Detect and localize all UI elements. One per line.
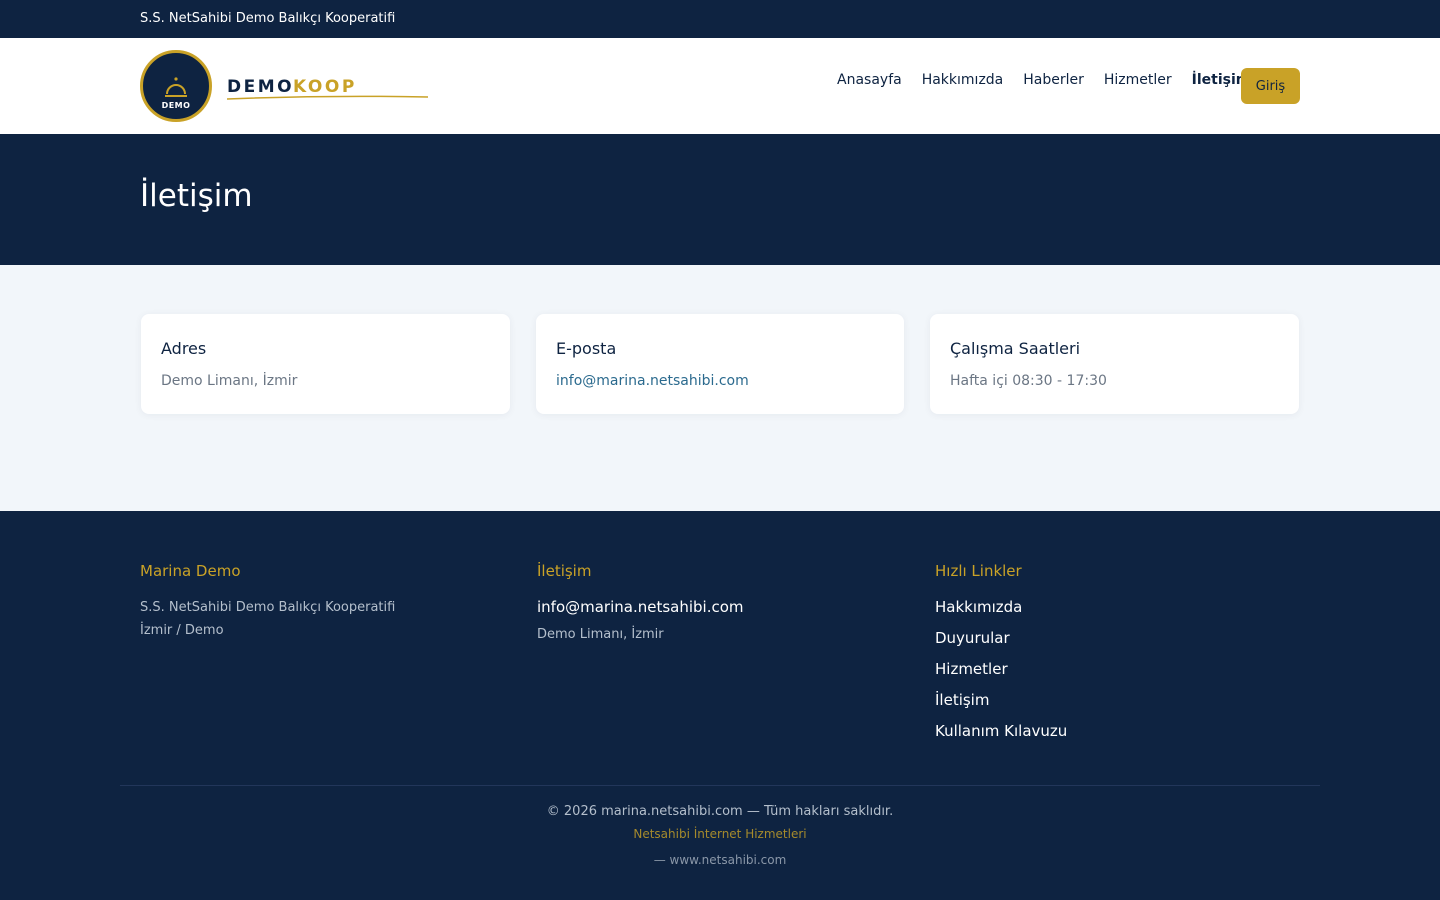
provider-link[interactable]: Netsahibi İnternet Hizmetleri xyxy=(0,827,1440,841)
provider-url[interactable]: — www.netsahibi.com xyxy=(0,853,1440,867)
footer-quick-links-title: Hızlı Linkler xyxy=(935,562,1022,580)
email-card-link[interactable]: info@marina.netsahibi.com xyxy=(556,373,884,389)
nav-home[interactable]: Anasayfa xyxy=(837,72,902,88)
site-logo[interactable]: DEMO DEMO KOOP xyxy=(140,50,429,122)
footer-org-name: S.S. NetSahibi Demo Balıkçı Kooperatifi xyxy=(140,600,396,615)
footer-link-announcements[interactable]: Duyurular xyxy=(935,628,1067,659)
footer-link-contact[interactable]: İletişim xyxy=(935,690,1067,721)
brand-underline-swoosh xyxy=(227,95,429,100)
footer-address: Demo Limanı, İzmir xyxy=(537,627,664,642)
brand-wordmark: DEMO KOOP xyxy=(227,66,429,106)
page-title: İletişim xyxy=(140,178,253,214)
footer-about-title: Marina Demo xyxy=(140,562,241,580)
footer-quick-links: Hızlı Linkler Hakkımızda Duyurular Hizme… xyxy=(935,562,1067,752)
footer-divider xyxy=(120,785,1320,786)
login-button[interactable]: Giriş xyxy=(1241,68,1300,104)
footer-link-user-guide[interactable]: Kullanım Kılavuzu xyxy=(935,721,1067,752)
nav-services[interactable]: Hizmetler xyxy=(1104,72,1172,88)
page-hero: İletişim xyxy=(0,134,1440,265)
hours-card: Çalışma Saatleri Hafta içi 08:30 - 17:30 xyxy=(930,314,1299,414)
address-card-title: Adres xyxy=(161,339,207,358)
hours-card-title: Çalışma Saatleri xyxy=(950,339,1081,358)
footer-links-list: Hakkımızda Duyurular Hizmetler İletişim … xyxy=(935,597,1067,752)
copyright-text: © 2026 marina.netsahibi.com — Tüm haklar… xyxy=(546,804,894,819)
footer-about: Marina Demo S.S. NetSahibi Demo Balıkçı … xyxy=(140,562,395,642)
footer-email-link[interactable]: info@marina.netsahibi.com xyxy=(537,598,744,616)
footer-link-about[interactable]: Hakkımızda xyxy=(935,597,1067,628)
footer-link-services[interactable]: Hizmetler xyxy=(935,659,1067,690)
logo-badge-text: DEMO xyxy=(161,101,191,110)
email-card-title: E-posta xyxy=(556,339,617,358)
nav-news[interactable]: Haberler xyxy=(1023,72,1084,88)
footer-contact: İletişim info@marina.netsahibi.com Demo … xyxy=(537,562,744,646)
footer-location: İzmir / Demo xyxy=(140,623,224,638)
site-footer: Marina Demo S.S. NetSahibi Demo Balıkçı … xyxy=(0,511,1440,900)
email-card: E-posta info@marina.netsahibi.com xyxy=(536,314,904,414)
site-header: DEMO DEMO KOOP Anasayfa Hakkımızda Haber… xyxy=(0,38,1440,134)
hours-card-value: Hafta içi 08:30 - 17:30 xyxy=(950,373,1107,389)
service-bell-icon xyxy=(165,77,187,97)
nav-about[interactable]: Hakkımızda xyxy=(922,72,1004,88)
address-card: Adres Demo Limanı, İzmir xyxy=(141,314,510,414)
top-bar: S.S. NetSahibi Demo Balıkçı Kooperatifi xyxy=(0,0,1440,38)
contact-section: Adres Demo Limanı, İzmir E-posta info@ma… xyxy=(0,265,1440,511)
main-nav: Anasayfa Hakkımızda Haberler Hizmetler İ… xyxy=(837,72,1270,88)
address-card-value: Demo Limanı, İzmir xyxy=(161,373,298,389)
footer-contact-title: İletişim xyxy=(537,562,592,580)
footer-about-text: S.S. NetSahibi Demo Balıkçı Kooperatifi … xyxy=(140,596,395,642)
org-name: S.S. NetSahibi Demo Balıkçı Kooperatifi xyxy=(140,11,396,26)
logo-badge: DEMO xyxy=(140,50,212,122)
